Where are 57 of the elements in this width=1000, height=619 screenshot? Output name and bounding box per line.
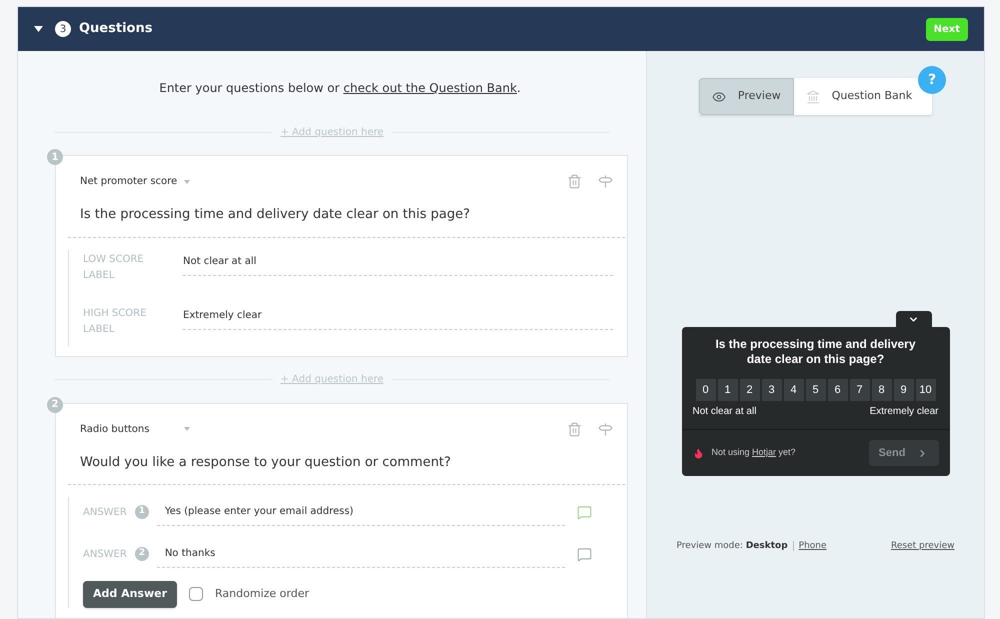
dropdown-caret-icon	[184, 427, 190, 431]
randomize-checkbox[interactable]	[189, 587, 204, 602]
preview-mode-option[interactable]: Desktop	[746, 541, 788, 551]
trash-icon[interactable]	[567, 174, 582, 189]
section-number: 3	[55, 21, 71, 37]
section-title: Questions	[79, 20, 152, 38]
score-button[interactable]: 0	[696, 379, 716, 401]
signpost-icon[interactable]	[598, 174, 613, 189]
question-type-dropdown[interactable]: Net promoter score	[80, 174, 190, 189]
footer-text: Not using Hotjar yet?	[712, 446, 796, 460]
question-number: 1	[47, 149, 63, 165]
score-button[interactable]: 2	[740, 379, 760, 401]
bank-icon	[806, 90, 820, 104]
score-button[interactable]: 5	[806, 379, 826, 401]
preview-mode-text: Preview mode: Desktop Phone	[676, 540, 827, 553]
score-button[interactable]: 7	[850, 379, 870, 401]
widget-question: Is the processing time and delivery date clear on this page?	[714, 336, 917, 367]
score-button[interactable]: 4	[784, 379, 804, 401]
score-label-input[interactable]: Extremely clear	[183, 304, 613, 330]
high-score-label: Extremely clear	[870, 405, 938, 419]
score-button[interactable]: 9	[894, 379, 914, 401]
reset-preview-link[interactable]: Reset preview	[891, 540, 954, 554]
hotjar-link[interactable]: Hotjar	[752, 447, 776, 458]
intro-text: Enter your questions below or check out the Question Bank.	[158, 80, 522, 97]
score-label: HIGH SCORE LABEL	[83, 306, 148, 336]
question-text: Is the processing time and delivery date clear on this page?	[68, 205, 625, 238]
randomize-label: Randomize order	[215, 586, 309, 602]
preview-mode-option[interactable]: Phone	[798, 541, 827, 551]
answer-label: ANSWER	[83, 506, 127, 520]
answer-label: ANSWER	[83, 548, 127, 562]
flame-icon	[692, 448, 704, 458]
question-text: Would you like a response to your question or comment?	[68, 452, 625, 485]
collapse-widget-tab[interactable]	[896, 311, 932, 328]
add-answer-button[interactable]: Add Answer	[83, 581, 178, 608]
dropdown-caret-icon	[184, 180, 190, 184]
answer-input[interactable]: No thanks	[156, 540, 565, 568]
collapse-caret-icon[interactable]	[34, 26, 43, 32]
comment-icon[interactable]	[576, 546, 592, 562]
signpost-icon[interactable]	[598, 422, 613, 436]
score-label: LOW SCORE LABEL	[83, 252, 145, 282]
low-score-label: Not clear at all	[692, 405, 756, 419]
score-label-input[interactable]: Not clear at all	[183, 250, 613, 276]
trash-icon[interactable]	[567, 422, 582, 436]
score-button[interactable]: 1	[718, 379, 738, 401]
answer-number: 1	[134, 505, 149, 519]
score-button[interactable]: 10	[916, 379, 936, 401]
comment-icon[interactable]	[576, 504, 592, 520]
answer-input[interactable]: Yes (please enter your email address)	[156, 498, 565, 526]
score-button[interactable]: 3	[762, 379, 782, 401]
answer-number: 2	[134, 547, 149, 561]
question-number: 2	[47, 396, 63, 412]
question-bank-link[interactable]: check out the Question Bank	[343, 81, 517, 95]
score-button[interactable]: 8	[872, 379, 892, 401]
question-type-dropdown[interactable]: Radio buttons	[80, 422, 190, 436]
eye-icon	[712, 90, 726, 104]
score-button[interactable]: 6	[828, 379, 848, 401]
preview-tab[interactable]: Preview	[698, 78, 794, 115]
